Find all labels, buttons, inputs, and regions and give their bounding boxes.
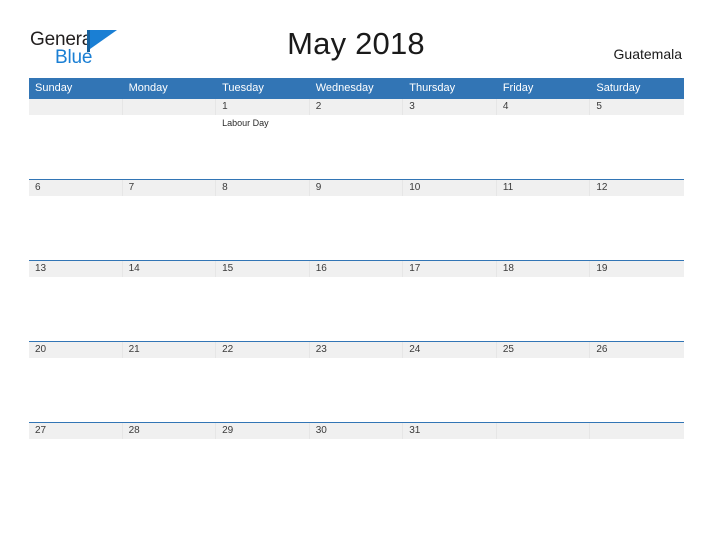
day-number[interactable]: 20	[29, 342, 123, 358]
day-cell[interactable]	[29, 115, 123, 179]
day-cell[interactable]	[123, 277, 217, 341]
calendar-week-row: 27 28 29 30 31	[29, 422, 684, 503]
week-day-band: Labour Day	[29, 115, 684, 179]
day-cell[interactable]	[497, 115, 591, 179]
calendar-grid: Sunday Monday Tuesday Wednesday Thursday…	[29, 78, 684, 503]
day-cell[interactable]	[497, 196, 591, 260]
weekday-header-saturday: Saturday	[596, 82, 641, 94]
day-number[interactable]: 9	[310, 180, 404, 196]
day-number[interactable]: 2	[310, 99, 404, 115]
day-number[interactable]: 8	[216, 180, 310, 196]
day-cell[interactable]	[216, 358, 310, 422]
day-cell[interactable]	[216, 277, 310, 341]
day-number[interactable]: 13	[29, 261, 123, 277]
week-number-band: 13 14 15 16 17 18 19	[29, 261, 684, 277]
day-cell[interactable]	[123, 358, 217, 422]
day-number[interactable]: 27	[29, 423, 123, 439]
calendar-week-row: 6 7 8 9 10 11 12	[29, 179, 684, 260]
day-cell[interactable]	[590, 196, 684, 260]
day-cell[interactable]	[310, 115, 404, 179]
weekday-header-friday: Friday	[502, 82, 534, 94]
day-cell[interactable]	[123, 439, 217, 503]
week-number-band: 27 28 29 30 31	[29, 423, 684, 439]
day-number[interactable]	[123, 99, 217, 115]
day-number[interactable]: 30	[310, 423, 404, 439]
day-cell[interactable]	[29, 277, 123, 341]
day-number[interactable]: 17	[403, 261, 497, 277]
day-number[interactable]	[29, 99, 123, 115]
day-cell[interactable]	[216, 439, 310, 503]
day-number[interactable]: 12	[590, 180, 684, 196]
day-cell[interactable]	[497, 439, 591, 503]
day-number[interactable]: 4	[497, 99, 591, 115]
week-number-band: 20 21 22 23 24 25 26	[29, 342, 684, 358]
day-number[interactable]: 29	[216, 423, 310, 439]
day-cell[interactable]	[403, 277, 497, 341]
day-number[interactable]: 11	[497, 180, 591, 196]
day-number[interactable]: 21	[123, 342, 217, 358]
day-number[interactable]: 14	[123, 261, 217, 277]
week-day-band	[29, 358, 684, 422]
day-number[interactable]	[590, 423, 684, 439]
day-cell[interactable]	[29, 358, 123, 422]
country-label: Guatemala	[613, 46, 682, 62]
day-number[interactable]: 7	[123, 180, 217, 196]
day-cell[interactable]	[29, 439, 123, 503]
day-number[interactable]: 19	[590, 261, 684, 277]
weekday-header-tuesday: Tuesday	[222, 82, 264, 94]
day-cell[interactable]	[29, 196, 123, 260]
day-number[interactable]: 10	[403, 180, 497, 196]
day-cell[interactable]	[590, 358, 684, 422]
day-cell[interactable]	[123, 196, 217, 260]
day-number[interactable]: 18	[497, 261, 591, 277]
weekday-header-thursday: Thursday	[409, 82, 456, 94]
day-number[interactable]: 1	[216, 99, 310, 115]
day-cell[interactable]	[497, 358, 591, 422]
day-cell[interactable]	[403, 439, 497, 503]
day-cell[interactable]	[310, 439, 404, 503]
day-cell[interactable]	[590, 115, 684, 179]
day-cell[interactable]	[403, 358, 497, 422]
day-number[interactable]: 25	[497, 342, 591, 358]
day-cell[interactable]	[310, 277, 404, 341]
calendar-week-row: 20 21 22 23 24 25 26	[29, 341, 684, 422]
week-number-band: 6 7 8 9 10 11 12	[29, 180, 684, 196]
day-cell[interactable]	[403, 115, 497, 179]
day-number[interactable]: 15	[216, 261, 310, 277]
day-event-label: Labour Day	[222, 118, 269, 128]
day-number[interactable]: 28	[123, 423, 217, 439]
page-header: General Blue May 2018 Guatemala	[0, 0, 712, 78]
day-cell[interactable]	[590, 439, 684, 503]
day-number[interactable]	[497, 423, 591, 439]
calendar-week-row: 1 2 3 4 5 Labour Day	[29, 98, 684, 179]
day-number[interactable]: 3	[403, 99, 497, 115]
day-number[interactable]: 22	[216, 342, 310, 358]
weekday-header-sunday: Sunday	[35, 82, 73, 94]
day-number[interactable]: 23	[310, 342, 404, 358]
week-day-band	[29, 277, 684, 341]
calendar-page: General Blue May 2018 Guatemala Sunday M…	[0, 0, 712, 550]
weekday-header-row: Sunday Monday Tuesday Wednesday Thursday…	[29, 78, 684, 98]
day-cell[interactable]	[590, 277, 684, 341]
week-day-band	[29, 439, 684, 503]
day-number[interactable]: 6	[29, 180, 123, 196]
day-cell[interactable]	[310, 358, 404, 422]
day-number[interactable]: 26	[590, 342, 684, 358]
day-number[interactable]: 5	[590, 99, 684, 115]
calendar-week-row: 13 14 15 16 17 18 19	[29, 260, 684, 341]
page-title: May 2018	[287, 26, 425, 61]
day-number[interactable]: 31	[403, 423, 497, 439]
weekday-header-wednesday: Wednesday	[315, 82, 374, 94]
day-cell[interactable]	[123, 115, 217, 179]
day-cell[interactable]	[497, 277, 591, 341]
day-number[interactable]: 16	[310, 261, 404, 277]
day-number[interactable]: 24	[403, 342, 497, 358]
day-cell[interactable]	[403, 196, 497, 260]
week-number-band: 1 2 3 4 5	[29, 99, 684, 115]
day-cell[interactable]: Labour Day	[216, 115, 310, 179]
weekday-header-monday: Monday	[128, 82, 168, 94]
day-cell[interactable]	[216, 196, 310, 260]
week-day-band	[29, 196, 684, 260]
day-cell[interactable]	[310, 196, 404, 260]
